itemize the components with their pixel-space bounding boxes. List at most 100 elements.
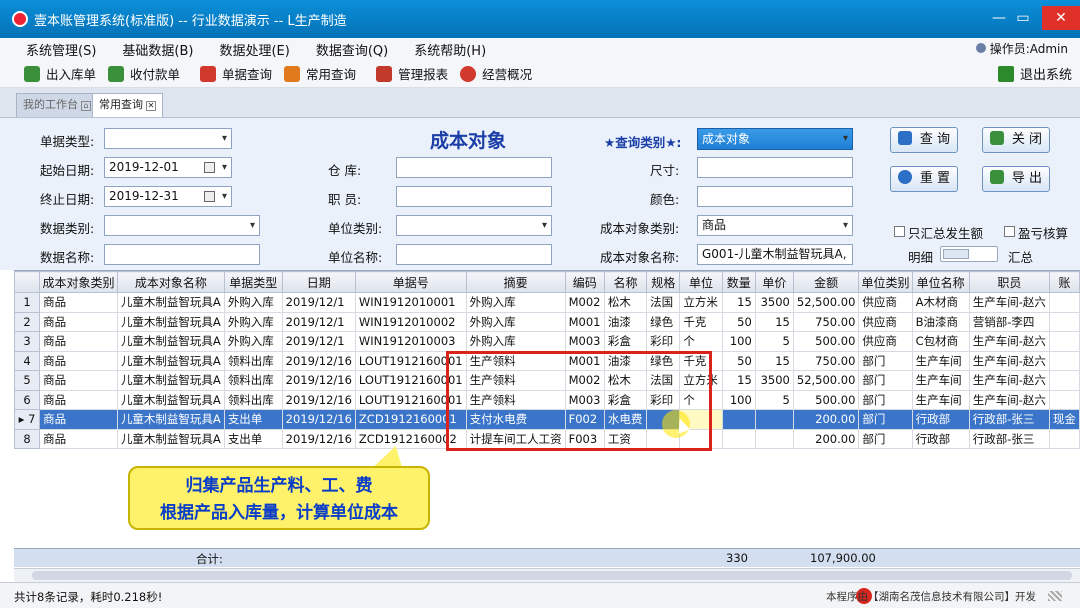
table-cell[interactable]: 行政部-张三 (968, 428, 1050, 449)
table-cell[interactable]: 彩印 (646, 389, 681, 410)
table-cell[interactable]: 外购入库 (223, 292, 283, 313)
table-cell[interactable]: 绿色 (646, 311, 681, 332)
column-header[interactable]: 成本对象名称 (116, 271, 225, 293)
table-cell[interactable]: 52,500.00 (792, 370, 860, 391)
table-cell[interactable] (1048, 350, 1080, 371)
column-header[interactable]: 单位类别 (858, 271, 913, 293)
table-row[interactable]: 2 商品 儿童木制益智玩具A 外购入库 2019/12/1 WIN1912010002 外购… (13, 311, 1080, 332)
menu-system[interactable]: 系统管理(S) (26, 40, 96, 59)
table-cell[interactable]: 个 (679, 331, 723, 352)
table-cell[interactable]: 生产车间-赵六 (968, 389, 1050, 410)
table-cell[interactable]: 50 (721, 350, 756, 371)
data-type-select[interactable] (104, 215, 260, 236)
only-summary-checkbox[interactable] (894, 226, 905, 237)
cost-object-type-select[interactable]: 商品 (697, 215, 853, 236)
table-cell[interactable] (721, 409, 756, 430)
table-cell[interactable]: 儿童木制益智玩具A (116, 331, 225, 352)
table-cell[interactable]: 15 (754, 350, 794, 371)
table-cell[interactable]: 3500 (754, 292, 794, 313)
close-button[interactable]: 关 闭 (982, 127, 1050, 153)
table-cell[interactable]: M001 (564, 350, 605, 371)
table-cell[interactable]: 支付水电费 (465, 409, 566, 430)
export-button[interactable]: 导 出 (982, 166, 1050, 192)
horizontal-scrollbar[interactable] (14, 568, 1080, 582)
table-cell[interactable]: 500.00 (792, 389, 860, 410)
table-cell[interactable]: 松木 (603, 292, 648, 313)
table-cell[interactable]: 油漆 (603, 350, 648, 371)
column-header[interactable]: 编码 (564, 271, 605, 293)
table-cell[interactable]: 200.00 (792, 428, 860, 449)
table-cell[interactable]: 儿童木制益智玩具A (116, 428, 225, 449)
table-cell[interactable]: 行政部 (911, 428, 970, 449)
query-type-select[interactable]: 成本对象 (697, 128, 853, 150)
column-header[interactable]: 单据类型 (223, 271, 283, 293)
color-input[interactable] (697, 186, 853, 207)
table-cell[interactable] (1048, 311, 1080, 332)
table-cell[interactable]: 2019/12/16 (281, 370, 356, 391)
table-cell[interactable]: 500.00 (792, 331, 860, 352)
table-cell[interactable]: C包材商 (911, 331, 970, 352)
table-cell[interactable]: 2019/12/16 (281, 389, 356, 410)
table-cell[interactable]: LOUT1912160001 (354, 389, 467, 410)
table-cell[interactable]: 5 (754, 331, 794, 352)
table-cell[interactable]: F003 (564, 428, 605, 449)
table-cell[interactable]: 外购入库 (223, 311, 283, 332)
menu-data-processing[interactable]: 数据处理(E) (219, 40, 289, 59)
table-cell[interactable]: 千克 (679, 311, 723, 332)
scrollbar-thumb[interactable] (32, 571, 1072, 580)
table-cell[interactable]: 100 (721, 389, 756, 410)
tab-workbench[interactable]: 我的工作台 ⌂ (16, 93, 98, 117)
exit-system-button[interactable]: 退出系统 (997, 64, 1072, 83)
table-cell[interactable]: 商品 (39, 409, 118, 430)
table-cell[interactable]: 儿童木制益智玩具A (116, 292, 225, 313)
size-input[interactable] (697, 157, 853, 178)
table-cell[interactable]: 计提车间工人工资 (465, 428, 566, 449)
table-cell[interactable]: 供应商 (858, 311, 913, 332)
table-cell[interactable]: 立方米 (679, 292, 723, 313)
table-cell[interactable]: 儿童木制益智玩具A (116, 389, 225, 410)
table-cell[interactable]: 2019/12/16 (281, 409, 356, 430)
table-cell[interactable]: 领料出库 (223, 350, 283, 371)
table-cell[interactable]: 100 (721, 331, 756, 352)
table-cell[interactable]: 外购入库 (223, 331, 283, 352)
table-cell[interactable] (754, 409, 794, 430)
table-cell[interactable]: 彩盒 (603, 389, 648, 410)
table-cell[interactable]: 50 (721, 311, 756, 332)
table-cell[interactable]: 生产车间-赵六 (968, 331, 1050, 352)
menu-basic-data[interactable]: 基础数据(B) (122, 40, 193, 59)
table-cell[interactable]: 行政部-张三 (968, 409, 1050, 430)
table-cell[interactable] (1048, 428, 1080, 449)
column-header[interactable]: 数量 (721, 271, 756, 293)
column-header[interactable]: 日期 (281, 271, 356, 293)
table-cell[interactable]: WIN1912010002 (354, 311, 467, 332)
table-cell[interactable]: 2019/12/1 (281, 292, 356, 313)
table-cell[interactable]: 生产车间 (911, 389, 970, 410)
table-cell[interactable]: 生产车间-赵六 (968, 350, 1050, 371)
table-cell[interactable]: 营销部-李四 (968, 311, 1050, 332)
table-cell[interactable]: M003 (564, 331, 605, 352)
staff-input[interactable] (396, 186, 552, 207)
table-cell[interactable] (1048, 370, 1080, 391)
table-cell[interactable]: 3500 (754, 370, 794, 391)
table-cell[interactable]: 领料出库 (223, 389, 283, 410)
table-cell[interactable] (1048, 389, 1080, 410)
close-tab-icon[interactable]: ✕ (146, 101, 156, 111)
detail-summary-toggle[interactable] (940, 246, 998, 262)
doc-type-select[interactable] (104, 128, 232, 149)
table-cell[interactable]: 外购入库 (465, 311, 566, 332)
table-cell[interactable]: 商品 (39, 311, 118, 332)
table-row[interactable]: 8 商品 儿童木制益智玩具A 支出单 2019/12/16 ZCD1912160002 计提… (13, 428, 1080, 449)
toolbar-report-button[interactable]: 管理报表 (376, 64, 448, 83)
table-cell[interactable]: M003 (564, 389, 605, 410)
table-cell[interactable]: 生产领料 (465, 370, 566, 391)
table-cell[interactable]: 商品 (39, 389, 118, 410)
profit-loss-checkbox[interactable] (1004, 226, 1015, 237)
column-header[interactable]: 账 (1048, 271, 1080, 293)
table-cell[interactable]: 行政部 (911, 409, 970, 430)
table-cell[interactable]: 外购入库 (465, 292, 566, 313)
table-row[interactable]: 1 商品 儿童木制益智玩具A 外购入库 2019/12/1 WIN1912010001 外购… (13, 292, 1080, 313)
table-cell[interactable]: 松木 (603, 370, 648, 391)
table-cell[interactable] (754, 428, 794, 449)
table-row[interactable]: 5 商品 儿童木制益智玩具A 领料出库 2019/12/16 LOUT1912160001… (13, 370, 1080, 391)
table-cell[interactable]: 儿童木制益智玩具A (116, 350, 225, 371)
